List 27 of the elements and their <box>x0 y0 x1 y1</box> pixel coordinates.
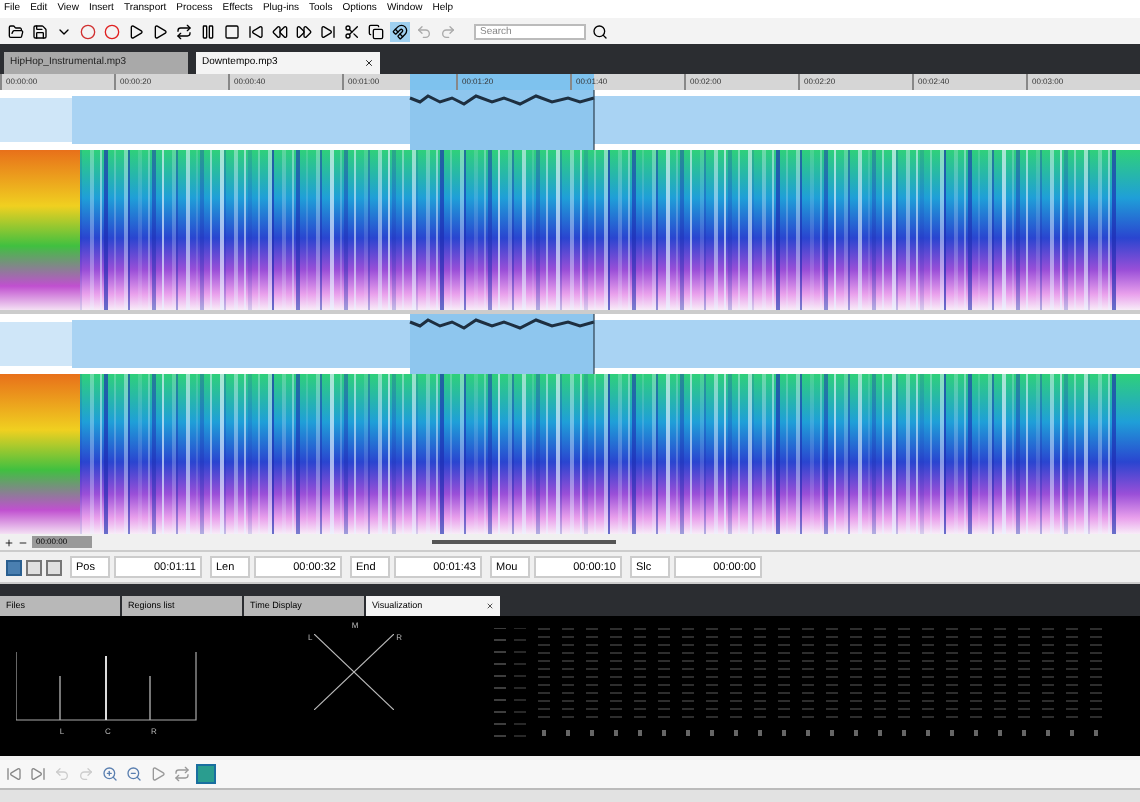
fast-forward-icon[interactable] <box>294 21 314 41</box>
play-from-cursor-icon[interactable] <box>150 21 170 41</box>
zoom-in-icon[interactable] <box>100 764 120 784</box>
zoom-out-icon[interactable] <box>18 537 28 547</box>
view-mode-button[interactable] <box>26 559 42 575</box>
cut-icon[interactable] <box>342 21 362 41</box>
stop-icon[interactable] <box>222 21 242 41</box>
go-to-start-icon[interactable] <box>4 764 24 784</box>
rewind-icon[interactable] <box>270 21 290 41</box>
go-to-end-icon[interactable] <box>318 21 338 41</box>
snap-icon[interactable] <box>390 21 410 41</box>
pause-icon[interactable] <box>198 21 218 41</box>
play-icon[interactable] <box>126 21 146 41</box>
stereo-scope-drawing <box>314 634 395 710</box>
zoom-out-icon[interactable] <box>124 764 144 784</box>
search-icon[interactable] <box>590 21 610 41</box>
open-folder-icon[interactable] <box>6 21 26 41</box>
save-icon[interactable] <box>30 21 50 41</box>
level-meter-drawing <box>490 628 530 740</box>
loop-icon[interactable] <box>174 21 194 41</box>
scrollbar-thumb[interactable] <box>432 540 616 544</box>
visualization-toggle-button[interactable] <box>196 764 216 784</box>
copy-icon[interactable] <box>366 21 386 41</box>
view-mode-button[interactable] <box>6 559 22 575</box>
zoom-in-icon[interactable] <box>4 537 14 547</box>
go-to-start-icon[interactable] <box>246 21 266 41</box>
view-mode-button[interactable] <box>46 559 62 575</box>
